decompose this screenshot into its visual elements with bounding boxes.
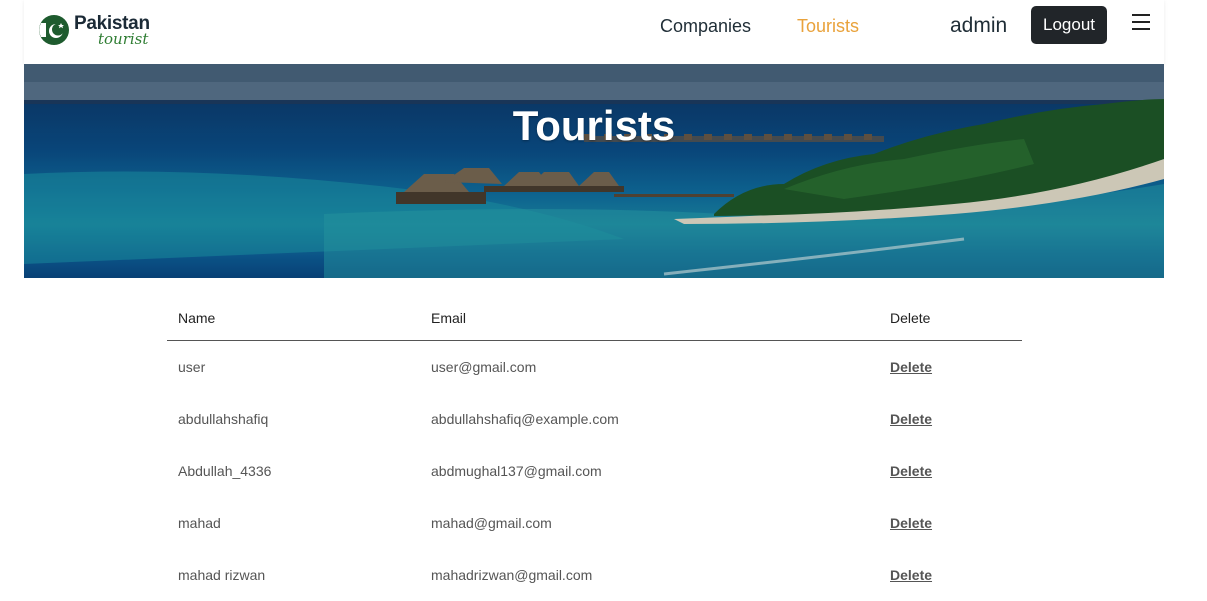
cell-delete: Delete bbox=[879, 393, 1022, 445]
cell-name: Abdullah_4336 bbox=[178, 463, 272, 479]
tourists-table-wrap: Name Email Delete user user@gmail.com De… bbox=[167, 296, 1022, 601]
table-row: mahad mahad@gmail.com Delete bbox=[167, 497, 1022, 549]
cell-email: mahadrizwan@gmail.com bbox=[431, 567, 593, 583]
beach-scene-image bbox=[24, 64, 1164, 278]
delete-link[interactable]: Delete bbox=[890, 567, 932, 583]
cell-delete: Delete bbox=[879, 341, 1022, 394]
cell-email: user@gmail.com bbox=[431, 359, 537, 375]
cell-delete: Delete bbox=[879, 497, 1022, 549]
cell-delete: Delete bbox=[879, 549, 1022, 601]
cell-email: abdullahshafiq@example.com bbox=[431, 411, 619, 427]
cell-name: user bbox=[178, 359, 206, 375]
cell-email: mahad@gmail.com bbox=[431, 515, 552, 531]
cell-delete: Delete bbox=[879, 445, 1022, 497]
user-name: admin bbox=[950, 14, 1008, 37]
cell-email: abdmughal137@gmail.com bbox=[431, 463, 602, 479]
hero-title: Tourists bbox=[512, 102, 676, 149]
brand-text: Pakistan tourist bbox=[74, 14, 150, 47]
brand-sub: tourist bbox=[98, 29, 149, 48]
hamburger-icon[interactable] bbox=[1132, 14, 1150, 30]
header-delete: Delete bbox=[879, 296, 1022, 341]
page-frame: Pakistan tourist Companies Tourists admi… bbox=[24, 0, 1164, 588]
table-row: mahad rizwan mahadrizwan@gmail.com Delet… bbox=[167, 549, 1022, 601]
navbar: Pakistan tourist Companies Tourists admi… bbox=[24, 0, 1164, 64]
tourists-table: Name Email Delete user user@gmail.com De… bbox=[167, 296, 1022, 601]
delete-link[interactable]: Delete bbox=[890, 359, 932, 375]
hero-banner: Tourists bbox=[24, 64, 1164, 278]
table-header-row: Name Email Delete bbox=[167, 296, 1022, 341]
cell-name: abdullahshafiq bbox=[178, 411, 269, 427]
table-row: abdullahshafiq abdullahshafiq@example.co… bbox=[167, 393, 1022, 445]
table-row: Abdullah_4336 abdmughal137@gmail.com Del… bbox=[167, 445, 1022, 497]
pakistan-flag-logo-icon bbox=[39, 15, 69, 45]
nav-companies-link[interactable]: Companies bbox=[660, 16, 751, 37]
delete-link[interactable]: Delete bbox=[890, 463, 932, 479]
brand-logo[interactable]: Pakistan tourist bbox=[38, 10, 150, 50]
cell-name: mahad bbox=[178, 515, 221, 531]
table-row: user user@gmail.com Delete bbox=[167, 341, 1022, 394]
delete-link[interactable]: Delete bbox=[890, 411, 932, 427]
header-name: Name bbox=[167, 296, 420, 341]
logout-button[interactable]: Logout bbox=[1031, 6, 1107, 44]
nav-tourists-link[interactable]: Tourists bbox=[797, 16, 859, 37]
cell-name: mahad rizwan bbox=[178, 567, 266, 583]
header-email: Email bbox=[420, 296, 879, 341]
delete-link[interactable]: Delete bbox=[890, 515, 932, 531]
